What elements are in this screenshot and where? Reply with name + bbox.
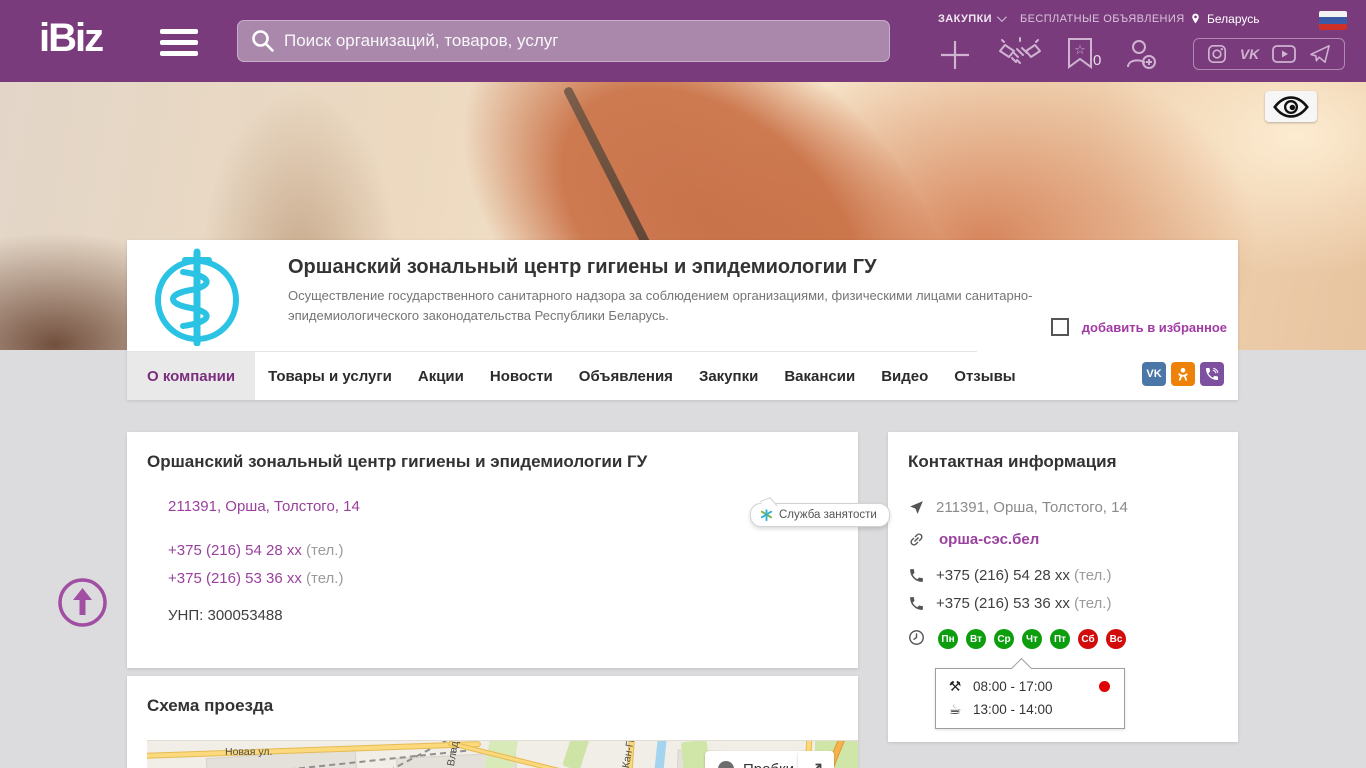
website-link[interactable]: орша-сэс.бел (939, 531, 1039, 548)
favorite-checkbox[interactable] (1050, 318, 1069, 336)
employment-service-tooltip: Служба занятости (750, 503, 890, 527)
company-address-link[interactable]: 211391, Орша, Толстого, 14 (168, 498, 838, 515)
tab-vacancies[interactable]: Вакансии (771, 352, 868, 400)
employment-service-icon (760, 508, 773, 521)
tab-procurement[interactable]: Закупки (686, 352, 771, 400)
day-badge-sat[interactable]: Сб (1078, 629, 1098, 649)
contact-phone-row-1: +375 (216) 54 28 xx (тел.) (908, 567, 1218, 584)
about-heading: Оршанский зональный центр гигиены и эпид… (147, 452, 648, 471)
link-icon (910, 533, 923, 546)
company-tabs: О компании Товары и услуги Акции Новости… (127, 352, 1238, 527)
street-label-novaya: Новая ул. (225, 746, 273, 758)
favorite-label: добавить в избранное (1081, 319, 1227, 335)
company-vk-icon[interactable]: VK (1142, 362, 1166, 386)
accessibility-eye-button[interactable] (1265, 91, 1317, 122)
page: iBiz ЗАКУПКИ БЕСПЛАТНЫЕ ОБЪЯВЛЕНИЯ Белар… (0, 0, 1366, 768)
day-badge-tue[interactable]: Вт (966, 629, 986, 649)
about-company-card: Оршанский зональный центр гигиены и эпид… (127, 432, 858, 668)
work-hours: 08:00 - 17:00 (973, 679, 1053, 694)
phone-link-2[interactable]: +375 (216) 53 36 xx (168, 570, 302, 587)
contact-heading: Контактная информация (908, 452, 1117, 471)
company-ok-icon[interactable] (1171, 362, 1195, 386)
work-hours-icon: ⚒ (948, 678, 962, 695)
contact-info-card: Контактная информация 211391, Орша, Толс… (888, 432, 1238, 742)
contact-phone-1: +375 (216) 54 28 xx (936, 567, 1070, 584)
instagram-icon[interactable] (1207, 44, 1227, 64)
company-viber-icon[interactable] (1200, 362, 1224, 386)
free-ads-link[interactable]: БЕСПЛАТНЫЕ ОБЪЯВЛЕНИЯ (1020, 13, 1185, 25)
add-to-favorites[interactable]: добавить в избранное (1050, 318, 1227, 336)
route-heading: Схема проезда (147, 696, 274, 715)
company-header-card: Оршанский зональный центр гигиены и эпид… (127, 240, 1238, 527)
company-name: Оршанский зональный центр гигиены и эпид… (288, 256, 877, 278)
back-to-top-button[interactable] (57, 577, 108, 628)
traffic-toggle-button[interactable]: Пробки (705, 751, 807, 768)
site-logo[interactable]: iBiz (39, 16, 104, 61)
tab-products[interactable]: Товары и услуги (255, 352, 405, 400)
country-selector[interactable]: Беларусь (1189, 11, 1259, 27)
contact-phone-2: +375 (216) 53 36 xx (936, 595, 1070, 612)
header-social-links: VK (1193, 38, 1345, 70)
search-icon (252, 30, 274, 52)
day-badge-fri[interactable]: Пт (1050, 629, 1070, 649)
tab-about[interactable]: О компании (127, 352, 256, 400)
search-input[interactable] (284, 31, 877, 51)
day-badge-thu[interactable]: Чт (1022, 629, 1042, 649)
location-pin-icon (1192, 13, 1199, 24)
contact-address: 211391, Орша, Толстого, 14 (936, 499, 1128, 516)
language-flag-russia[interactable] (1319, 11, 1347, 30)
tab-reviews[interactable]: Отзывы (941, 352, 1028, 400)
user-register-icon[interactable] (1124, 37, 1158, 71)
route-map[interactable]: Новая ул. Влади, Кан-По, Пробки (147, 740, 858, 768)
procurement-menu[interactable]: ЗАКУПКИ (938, 12, 1007, 25)
clock-icon (909, 630, 924, 645)
day-badge-sun[interactable]: Вс (1106, 629, 1126, 649)
search-bar (237, 20, 890, 62)
phone-link-1[interactable]: +375 (216) 54 28 xx (168, 542, 302, 559)
company-description: Осуществление государственного санитарно… (288, 288, 1033, 324)
youtube-icon[interactable] (1272, 45, 1297, 63)
contact-address-row: 211391, Орша, Толстого, 14 (908, 499, 1218, 516)
day-badge-wed[interactable]: Ср (994, 629, 1014, 649)
hamburger-menu-icon[interactable] (160, 29, 198, 56)
open-status-dot (1099, 681, 1110, 692)
phone-icon (910, 597, 923, 610)
day-badge-mon[interactable]: Пн (938, 629, 958, 649)
traffic-icon (718, 761, 734, 768)
tab-news[interactable]: Новости (477, 352, 566, 400)
break-hours: 13:00 - 14:00 (973, 702, 1053, 717)
eye-icon (1273, 95, 1309, 118)
top-header: iBiz ЗАКУПКИ БЕСПЛАТНЫЕ ОБЪЯВЛЕНИЯ Белар… (0, 0, 1366, 82)
street-label-kanpo: Кан-По, (620, 740, 639, 768)
favorites-count: 0 (1093, 52, 1102, 69)
tab-promos[interactable]: Акции (405, 352, 477, 400)
contact-phone-row-2: +375 (216) 53 36 xx (тел.) (908, 595, 1218, 612)
tab-ads[interactable]: Объявления (566, 352, 686, 400)
navigation-arrow-icon (910, 501, 923, 514)
company-logo-caduceus (155, 248, 239, 346)
working-days-row: Пн Вт Ср Чт Пт Сб Вс (908, 629, 1218, 649)
vk-icon[interactable]: VK (1240, 46, 1259, 62)
add-plus-icon[interactable] (938, 38, 972, 72)
map-fullscreen-button[interactable] (798, 751, 834, 768)
route-map-card: Схема проезда Новая ул. Влади, Кан-По, (127, 676, 858, 768)
telegram-icon[interactable] (1309, 44, 1331, 64)
phone-icon (910, 569, 923, 582)
svg-text:☆: ☆ (1074, 43, 1086, 58)
favorites-bookmark-icon[interactable]: ☆ (1066, 37, 1094, 69)
contact-website-row: орша-сэс.бел (908, 531, 1218, 548)
expand-arrows-icon (815, 763, 822, 768)
break-hours-icon: ☕ (948, 701, 962, 718)
handshake-icon[interactable] (996, 36, 1044, 74)
tab-video[interactable]: Видео (868, 352, 941, 400)
working-hours-popup: ⚒ 08:00 - 17:00 ☕ 13:00 - 14:00 (935, 668, 1125, 729)
chevron-down-icon (996, 12, 1007, 23)
company-unp: УНП: 300053488 (168, 607, 283, 624)
